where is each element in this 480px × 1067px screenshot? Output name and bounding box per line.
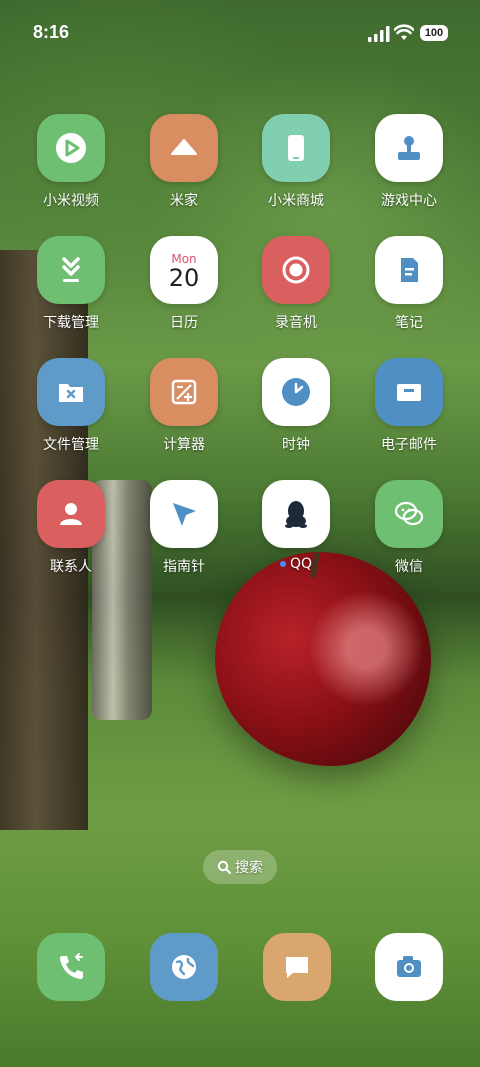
app-label: QQ	[246, 556, 346, 572]
signal-icon	[368, 26, 390, 42]
app-label: 下载管理	[43, 315, 99, 331]
battery-indicator: 100	[420, 25, 448, 41]
camera-icon[interactable]	[375, 933, 443, 1001]
app-xiaomi-store[interactable]: 小米商城	[246, 114, 346, 210]
joystick-icon[interactable]	[375, 114, 443, 182]
search-icon	[217, 860, 231, 874]
app-qq[interactable]: QQ	[246, 480, 346, 572]
app-notes[interactable]: 笔记	[359, 236, 459, 332]
app-email[interactable]: 电子邮件	[359, 358, 459, 454]
app-label: 文件管理	[43, 437, 99, 453]
app-mijia[interactable]: 米家	[134, 114, 234, 210]
app-contacts[interactable]: 联系人	[21, 480, 121, 576]
clock-icon[interactable]	[262, 358, 330, 426]
wallpaper-apple	[215, 552, 431, 766]
app-label: 时钟	[282, 437, 310, 453]
app-label: 联系人	[50, 559, 92, 575]
wechat-icon[interactable]	[375, 480, 443, 548]
search-label: 搜索	[235, 860, 263, 876]
notification-dot	[279, 561, 286, 567]
app-label: 指南针	[163, 559, 205, 575]
app-label: 电子邮件	[381, 437, 437, 453]
app-label: 笔记	[395, 315, 423, 331]
app-compass[interactable]: 指南针	[134, 480, 234, 576]
app-label: 游戏中心	[381, 193, 437, 209]
app-recorder[interactable]: 录音机	[246, 236, 346, 332]
status-bar: 8:16 100	[0, 0, 480, 64]
mail-icon[interactable]	[375, 358, 443, 426]
download-icon[interactable]	[37, 236, 105, 304]
app-label: 小米商城	[268, 193, 324, 209]
app-download-manager[interactable]: 下载管理	[21, 236, 121, 332]
app-label: 日历	[170, 315, 198, 331]
app-label: 微信	[395, 559, 423, 575]
calendar-icon[interactable]: Mon 20	[150, 236, 218, 304]
compass-icon[interactable]	[150, 480, 218, 548]
messages-icon[interactable]	[263, 933, 331, 1001]
phone-call-icon[interactable]	[37, 933, 105, 1001]
status-time: 8:16	[33, 22, 70, 42]
app-xiaomi-video[interactable]: 小米视频	[21, 114, 121, 210]
app-label: 录音机	[275, 315, 317, 331]
app-game-center[interactable]: 游戏中心	[359, 114, 459, 210]
qq-icon[interactable]	[262, 480, 330, 548]
app-file-manager[interactable]: 文件管理	[21, 358, 121, 454]
app-wechat[interactable]: 微信	[359, 480, 459, 576]
home-icon[interactable]	[150, 114, 218, 182]
app-calendar[interactable]: Mon 20 日历	[134, 236, 234, 332]
qq-label-text: QQ	[289, 556, 313, 572]
browser-icon[interactable]	[150, 933, 218, 1001]
app-label: 小米视频	[43, 193, 99, 209]
note-icon[interactable]	[375, 236, 443, 304]
contact-icon[interactable]	[37, 480, 105, 548]
calculator-icon[interactable]	[150, 358, 218, 426]
phone-icon[interactable]	[262, 114, 330, 182]
search-button[interactable]: 搜索	[203, 850, 277, 884]
play-icon[interactable]	[37, 114, 105, 182]
calendar-day: 20	[168, 264, 200, 292]
app-label: 米家	[170, 193, 198, 209]
record-icon[interactable]	[262, 236, 330, 304]
app-label: 计算器	[163, 437, 205, 453]
app-calculator[interactable]: 计算器	[134, 358, 234, 454]
app-clock[interactable]: 时钟	[246, 358, 346, 454]
folder-icon[interactable]	[37, 358, 105, 426]
wifi-icon	[394, 24, 414, 40]
